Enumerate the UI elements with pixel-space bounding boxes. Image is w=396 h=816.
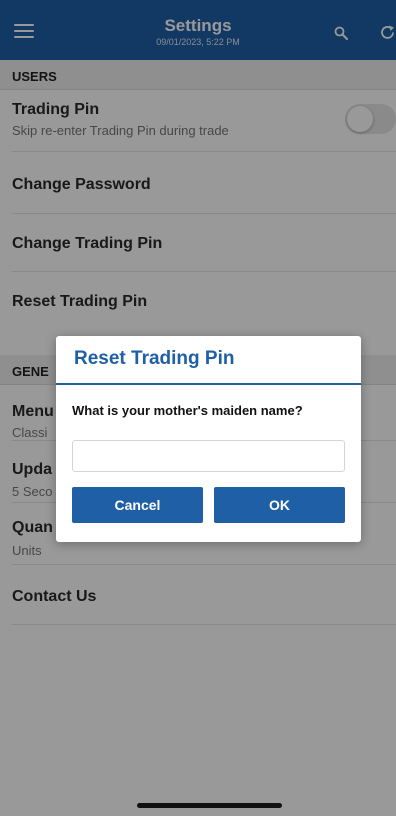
dialog-title: Reset Trading Pin [74, 348, 235, 369]
reset-trading-pin-dialog: Reset Trading Pin What is your mother's … [56, 336, 361, 542]
dialog-title-underline [56, 383, 361, 385]
home-indicator[interactable] [137, 803, 282, 808]
cancel-button[interactable]: Cancel [72, 487, 203, 523]
ok-button[interactable]: OK [214, 487, 345, 523]
security-answer-input[interactable] [72, 440, 345, 472]
security-question-label: What is your mother's maiden name? [72, 403, 303, 418]
